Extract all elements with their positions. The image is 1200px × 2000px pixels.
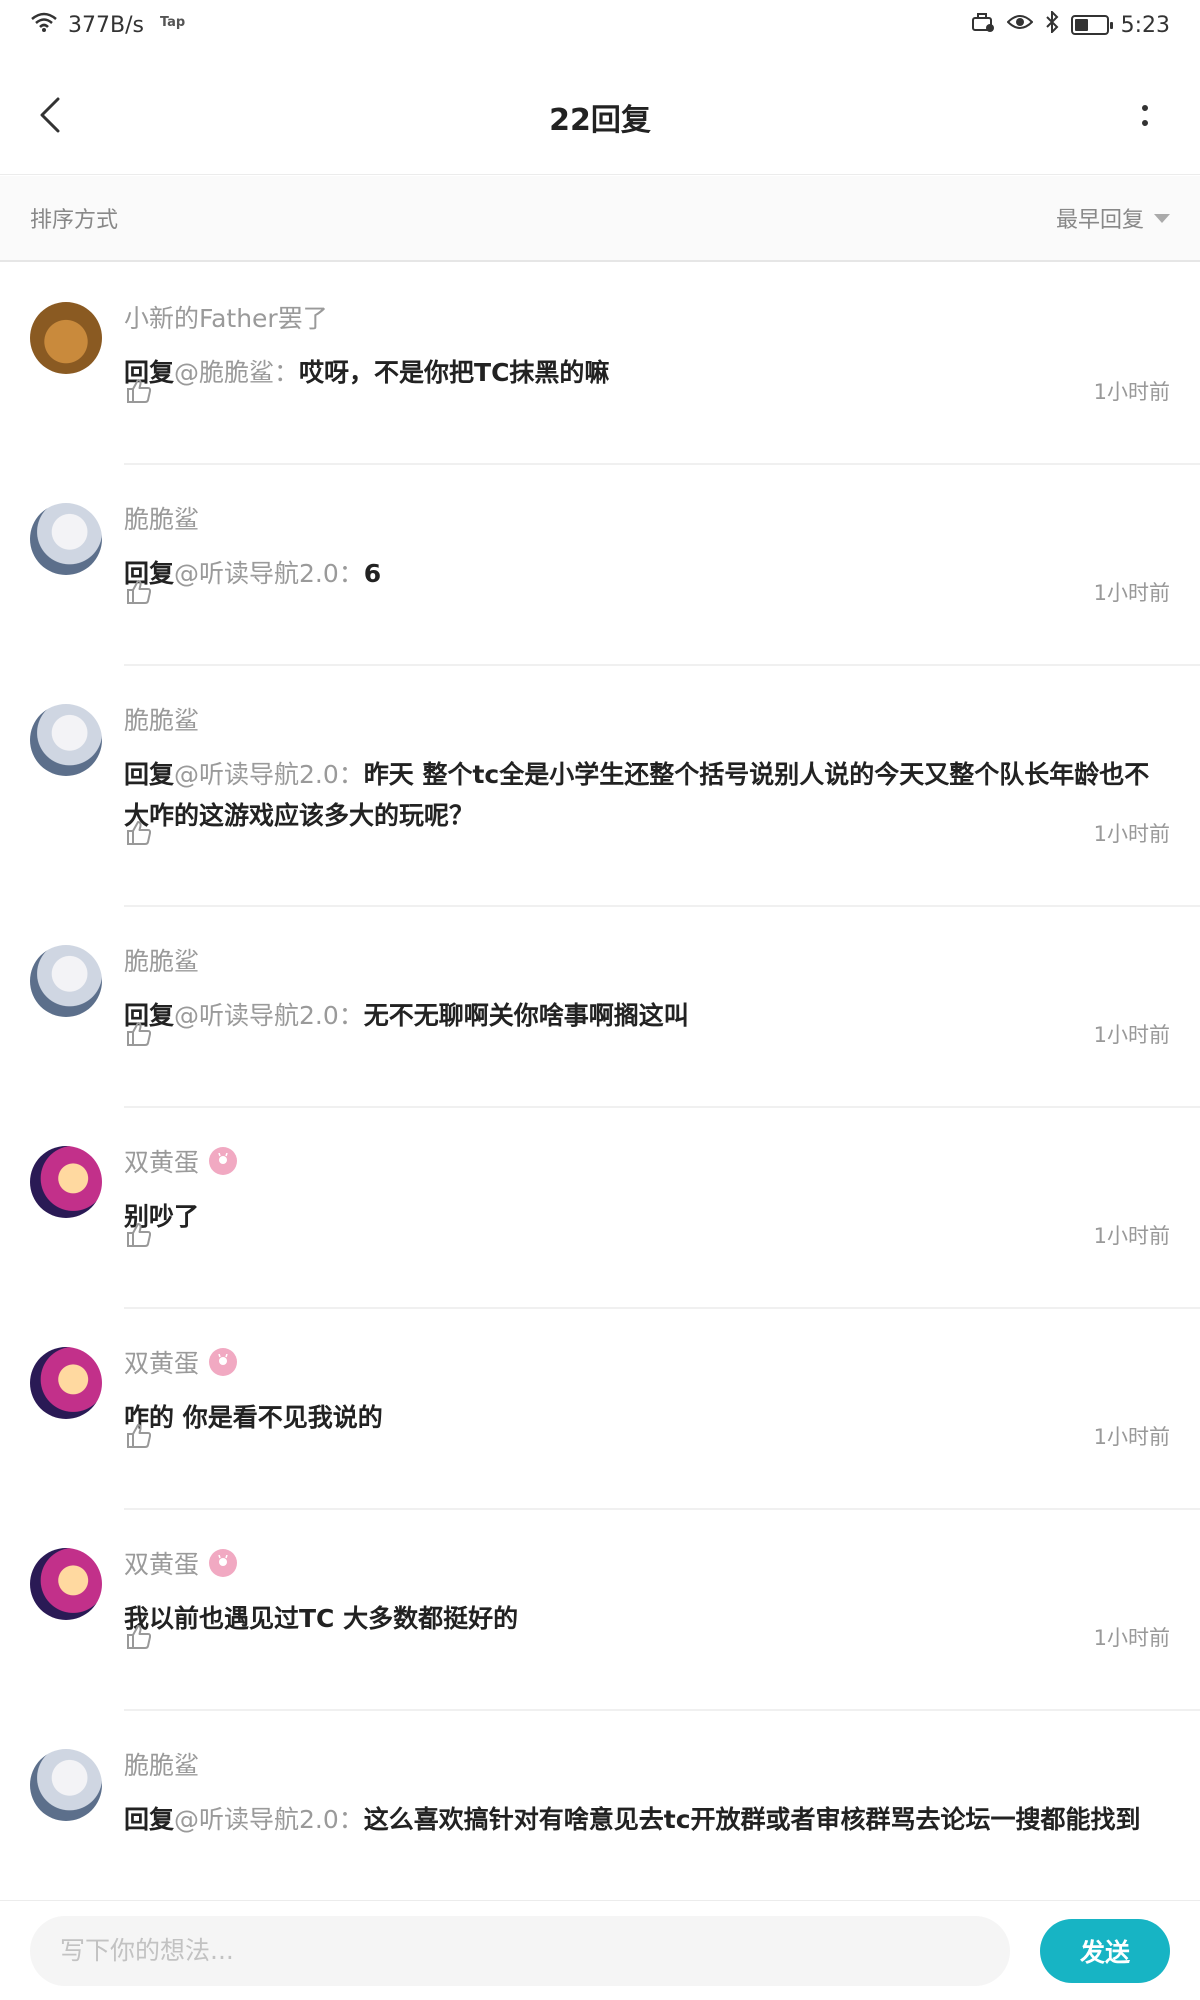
sort-selected-value: 最早回复 <box>1055 208 1144 233</box>
username-row: 小新的Father罢了 <box>124 300 1170 334</box>
comment-body: 脆脆鲨回复@听读导航2.0：这么喜欢搞针对有啥意见去tc开放群或者审核群骂去论坛… <box>124 1747 1170 1840</box>
thumbs-up-icon[interactable] <box>124 577 154 607</box>
reply-composer: 发送 <box>0 1900 1200 2000</box>
status-right: 5:23 <box>971 9 1170 39</box>
mention-link[interactable]: @听读导航2.0： <box>174 1805 364 1834</box>
user-avatar[interactable] <box>30 1347 102 1419</box>
timestamp: 1小时前 <box>1093 1224 1170 1248</box>
username-row: 脆脆鲨 <box>124 943 1170 977</box>
comment-list: 小新的Father罢了 回复@脆脆鲨：哎呀，不是你把TC抹黑的嘛 1小时前 脆脆鲨 回复… <box>0 264 1200 1856</box>
timestamp: 1小时前 <box>1093 1626 1170 1650</box>
reply-prefix: 回复 <box>124 1805 175 1834</box>
reply-prefix: 回复 <box>124 760 175 789</box>
bluetooth-icon <box>1045 9 1059 39</box>
username[interactable]: 小新的Father罢了 <box>124 299 328 335</box>
battery-level-fill <box>1074 19 1089 31</box>
more-options-button[interactable] <box>1130 90 1160 140</box>
username[interactable]: 双黄蛋 <box>124 1344 199 1380</box>
username[interactable]: 脆脆鲨 <box>124 942 199 978</box>
comment-meta: 1小时前 <box>124 1220 1170 1250</box>
comment-item[interactable]: 小新的Father罢了 回复@脆脆鲨：哎呀，不是你把TC抹黑的嘛 1小时前 <box>0 264 1200 465</box>
username-row: 双黄蛋 <box>124 1345 1170 1379</box>
back-button[interactable] <box>30 90 70 140</box>
thumbs-up-icon[interactable] <box>124 1220 154 1250</box>
thumbs-up-icon[interactable] <box>124 1622 154 1652</box>
user-badge-icon <box>209 1549 238 1577</box>
comment-item[interactable]: 脆脆鲨 回复@听读导航2.0：6 1小时前 <box>0 465 1200 666</box>
username-row: 双黄蛋 <box>124 1546 1170 1580</box>
status-left: 377B/s Tap <box>30 11 185 39</box>
comment-item[interactable]: 双黄蛋 我以前也遇见过TC 大多数都挺好的 1小时前 <box>0 1510 1200 1711</box>
comment-meta: 1小时前 <box>124 1421 1170 1451</box>
user-badge-icon <box>209 1147 238 1175</box>
comment-item[interactable]: 双黄蛋 咋的 你是看不见我说的 1小时前 <box>0 1309 1200 1510</box>
user-badge-icon <box>209 1348 238 1376</box>
thumbs-up-icon[interactable] <box>124 376 154 406</box>
comment-body: 脆脆鲨 回复@听读导航2.0：昨天 整个tc全是小学生还整个括号说别人说的今天又整… <box>124 702 1170 836</box>
send-button[interactable]: 发送 <box>1040 1918 1170 1983</box>
comment-meta: 1小时前 <box>124 577 1170 607</box>
user-avatar[interactable] <box>30 503 102 575</box>
status-bar: 377B/s Tap 5:23 <box>0 0 1200 50</box>
timestamp: 1小时前 <box>1093 581 1170 605</box>
user-avatar[interactable] <box>30 1548 102 1620</box>
sort-label: 排序方式 <box>30 208 119 233</box>
user-avatar[interactable] <box>30 1146 102 1218</box>
comment-meta: 1小时前 <box>124 376 1170 406</box>
timestamp: 1小时前 <box>1093 1023 1170 1047</box>
clock-time: 5:23 <box>1120 12 1170 38</box>
caret-down-icon <box>1154 213 1170 223</box>
thumbs-up-icon[interactable] <box>124 1421 154 1451</box>
username[interactable]: 脆脆鲨 <box>124 701 199 737</box>
comment-meta: 1小时前 <box>124 1622 1170 1652</box>
user-avatar[interactable] <box>30 945 102 1017</box>
tap-label: Tap <box>159 14 186 30</box>
sort-bar: 排序方式 最早回复 <box>0 176 1200 262</box>
username-row: 双黄蛋 <box>124 1144 1170 1178</box>
username[interactable]: 双黄蛋 <box>124 1143 199 1179</box>
top-app-bar: 22回复 <box>0 60 1200 175</box>
comment-item[interactable]: 脆脆鲨回复@听读导航2.0：这么喜欢搞针对有啥意见去tc开放群或者审核群骂去论坛… <box>0 1711 1200 1856</box>
timestamp: 1小时前 <box>1093 822 1170 846</box>
username-row: 脆脆鲨 <box>124 702 1170 736</box>
username-row: 脆脆鲨 <box>124 1747 1170 1781</box>
user-avatar[interactable] <box>30 704 102 776</box>
sort-dropdown[interactable]: 最早回复 <box>1056 202 1170 234</box>
chevron-left-icon <box>40 97 60 133</box>
username[interactable]: 脆脆鲨 <box>124 500 199 536</box>
mention-link[interactable]: @听读导航2.0： <box>174 760 364 789</box>
more-dot-icon <box>1142 104 1148 111</box>
thumbs-up-icon[interactable] <box>124 1019 154 1049</box>
timestamp: 1小时前 <box>1093 380 1170 404</box>
more-dot-icon <box>1142 119 1148 126</box>
user-avatar[interactable] <box>30 1749 102 1821</box>
comment-meta: 1小时前 <box>124 818 1170 848</box>
reply-input[interactable] <box>30 1915 1010 1986</box>
briefcase-icon <box>971 11 995 39</box>
eye-icon <box>1006 12 1034 38</box>
wifi-icon <box>30 11 58 39</box>
network-speed: 377B/s <box>68 12 144 38</box>
comment-item[interactable]: 脆脆鲨 回复@听读导航2.0：无不无聊啊关你啥事啊搁这叫 1小时前 <box>0 907 1200 1108</box>
thumbs-up-icon[interactable] <box>124 818 154 848</box>
username-row: 脆脆鲨 <box>124 501 1170 535</box>
battery-icon <box>1070 15 1113 35</box>
user-avatar[interactable] <box>30 302 102 374</box>
page-title: 22回复 <box>549 103 651 138</box>
comment-text: 这么喜欢搞针对有啥意见去tc开放群或者审核群骂去论坛一搜都能找到 <box>363 1805 1141 1834</box>
timestamp: 1小时前 <box>1093 1425 1170 1449</box>
comment-item[interactable]: 脆脆鲨 回复@听读导航2.0：昨天 整个tc全是小学生还整个括号说别人说的今天又整… <box>0 666 1200 907</box>
comment-meta: 1小时前 <box>124 1019 1170 1049</box>
username[interactable]: 脆脆鲨 <box>124 1746 199 1782</box>
username[interactable]: 双黄蛋 <box>124 1545 199 1581</box>
comment-item[interactable]: 双黄蛋 别吵了 1小时前 <box>0 1108 1200 1309</box>
comment-content: 回复@听读导航2.0：这么喜欢搞针对有啥意见去tc开放群或者审核群骂去论坛一搜都… <box>124 1799 1170 1840</box>
